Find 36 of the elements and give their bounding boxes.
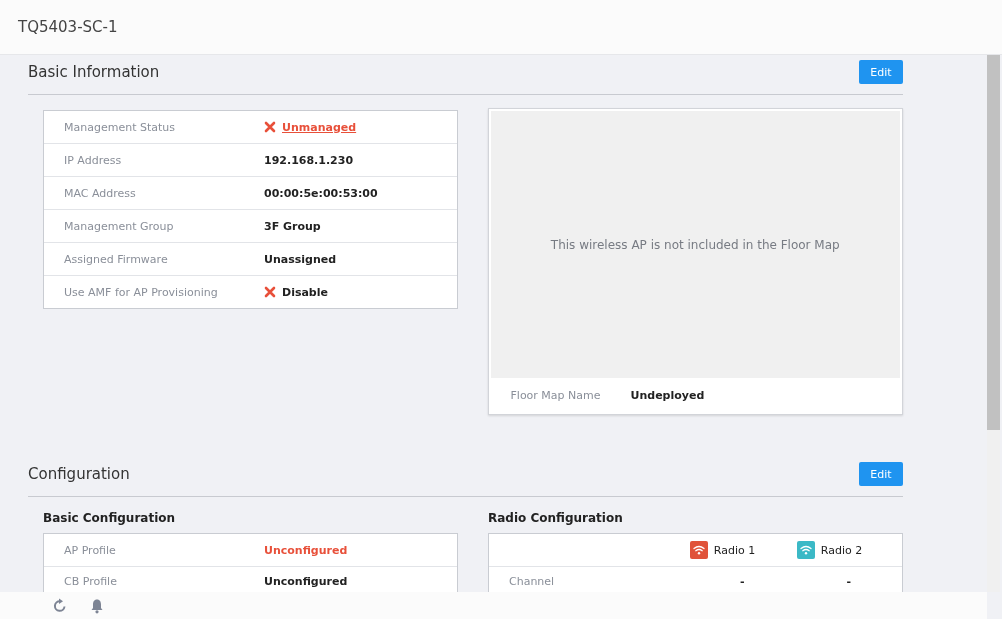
field-label: Management Status (63, 120, 176, 134)
field-label: IP Address (63, 153, 123, 167)
field-label: Management Group (63, 219, 175, 233)
field-value: Disable (282, 285, 328, 299)
edit-button[interactable]: Edit (859, 462, 903, 486)
field-label: Floor Map Name (509, 388, 602, 402)
field-value: Undeployed (630, 388, 705, 402)
field-label: CB Profile (63, 575, 118, 588)
column-header: Radio 1 (713, 543, 756, 557)
field-value: Unconfigured (264, 575, 348, 588)
refresh-icon[interactable] (52, 597, 68, 614)
field-value: 00:00:5e:00:53:00 (264, 186, 378, 200)
section-title: Basic Information (28, 63, 160, 81)
section-title: Configuration (28, 465, 130, 483)
scrollbar[interactable] (987, 55, 1000, 592)
edit-button[interactable]: Edit (859, 60, 903, 84)
column-header: Radio 2 (820, 543, 863, 557)
field-value: Unconfigured (264, 543, 348, 557)
status-link[interactable]: Unmanaged (282, 120, 357, 134)
field-label: Channel (508, 575, 556, 588)
empty-message: This wireless AP is not included in the Floor Map (550, 237, 840, 252)
table-cell: - (846, 575, 852, 588)
bell-icon[interactable] (89, 597, 105, 614)
field-label: AP Profile (63, 543, 117, 557)
table-cell: - (739, 575, 745, 588)
cross-icon (264, 286, 276, 298)
field-value: Unassigned (264, 252, 337, 266)
cross-icon (264, 121, 276, 133)
field-label: Use AMF for AP Provisioning (63, 285, 219, 299)
subsection-title: Radio Configuration (488, 511, 624, 527)
field-label: Assigned Firmware (63, 252, 169, 266)
field-label: MAC Address (63, 186, 137, 200)
field-value: 192.168.1.230 (264, 153, 354, 167)
subsection-title: Basic Configuration (43, 511, 177, 527)
page-title: TQ5403-SC-1 (18, 18, 118, 36)
field-value: 3F Group (264, 219, 321, 233)
